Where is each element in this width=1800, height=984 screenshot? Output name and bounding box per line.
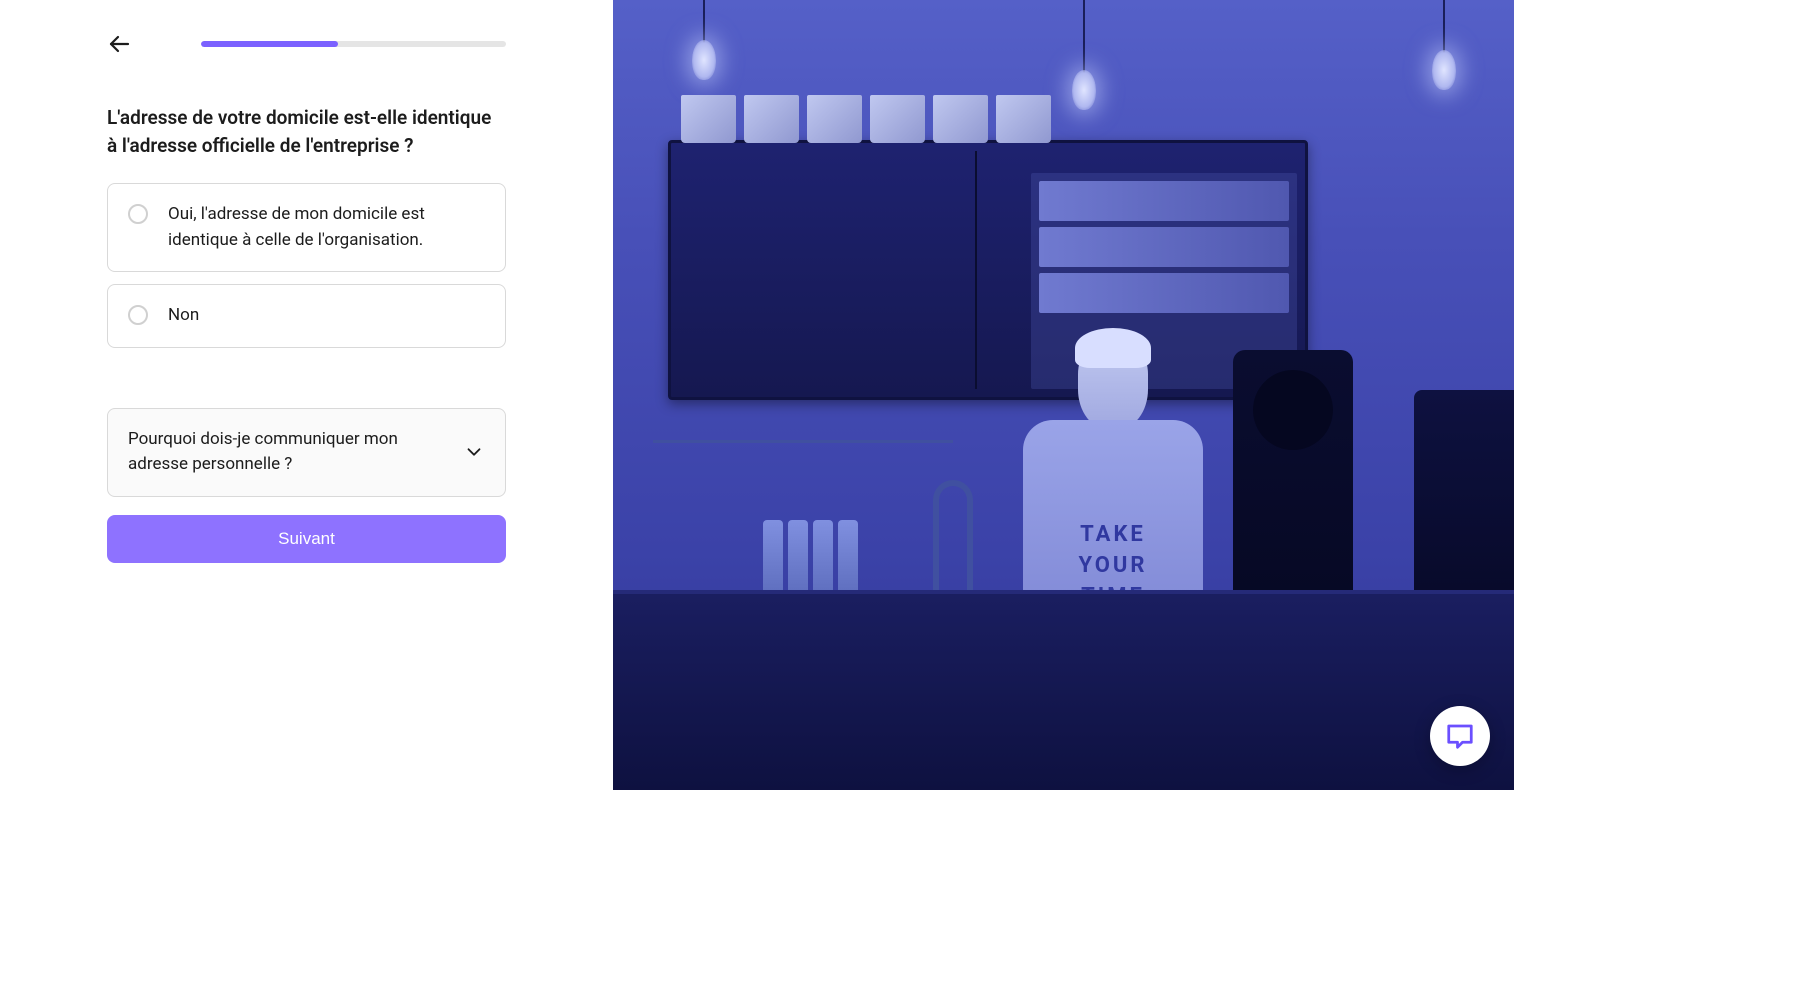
- counter: [613, 590, 1514, 790]
- question-title: L'adresse de votre domicile est-elle ide…: [107, 104, 506, 159]
- back-button[interactable]: [107, 32, 131, 56]
- lightbulb-icon: [1083, 0, 1085, 80]
- person-head: [1078, 340, 1148, 430]
- header-row: [107, 32, 506, 56]
- faucet: [933, 480, 973, 590]
- chevron-down-icon: [463, 441, 485, 463]
- progress-bar: [201, 41, 506, 47]
- radio-label: Oui, l'adresse de mon domicile est ident…: [168, 202, 485, 253]
- chat-icon: [1445, 721, 1475, 751]
- radio-label: Non: [168, 303, 199, 329]
- chat-button[interactable]: [1430, 706, 1490, 766]
- radio-option-no[interactable]: Non: [107, 284, 506, 348]
- hero-image-panel: TAKE YOUR TIME: [613, 0, 1514, 790]
- shirt-text-line: YOUR: [1078, 553, 1147, 578]
- accordion-label: Pourquoi dois-je communiquer mon adresse…: [128, 427, 443, 478]
- lightbulb-icon: [703, 0, 705, 50]
- form-panel: L'adresse de votre domicile est-elle ide…: [0, 0, 613, 790]
- lightbulb-icon: [1443, 0, 1445, 60]
- next-button[interactable]: Suivant: [107, 515, 506, 563]
- cabinet-top-items: [671, 93, 1305, 143]
- shirt-text-line: TAKE: [1080, 522, 1146, 547]
- radio-option-yes[interactable]: Oui, l'adresse de mon domicile est ident…: [107, 183, 506, 272]
- radio-circle-icon: [128, 305, 148, 325]
- coffee-shop-scene: TAKE YOUR TIME: [613, 0, 1514, 790]
- why-address-accordion[interactable]: Pourquoi dois-je communiquer mon adresse…: [107, 408, 506, 497]
- progress-fill: [201, 41, 338, 47]
- arrow-left-icon: [107, 32, 131, 56]
- radio-circle-icon: [128, 204, 148, 224]
